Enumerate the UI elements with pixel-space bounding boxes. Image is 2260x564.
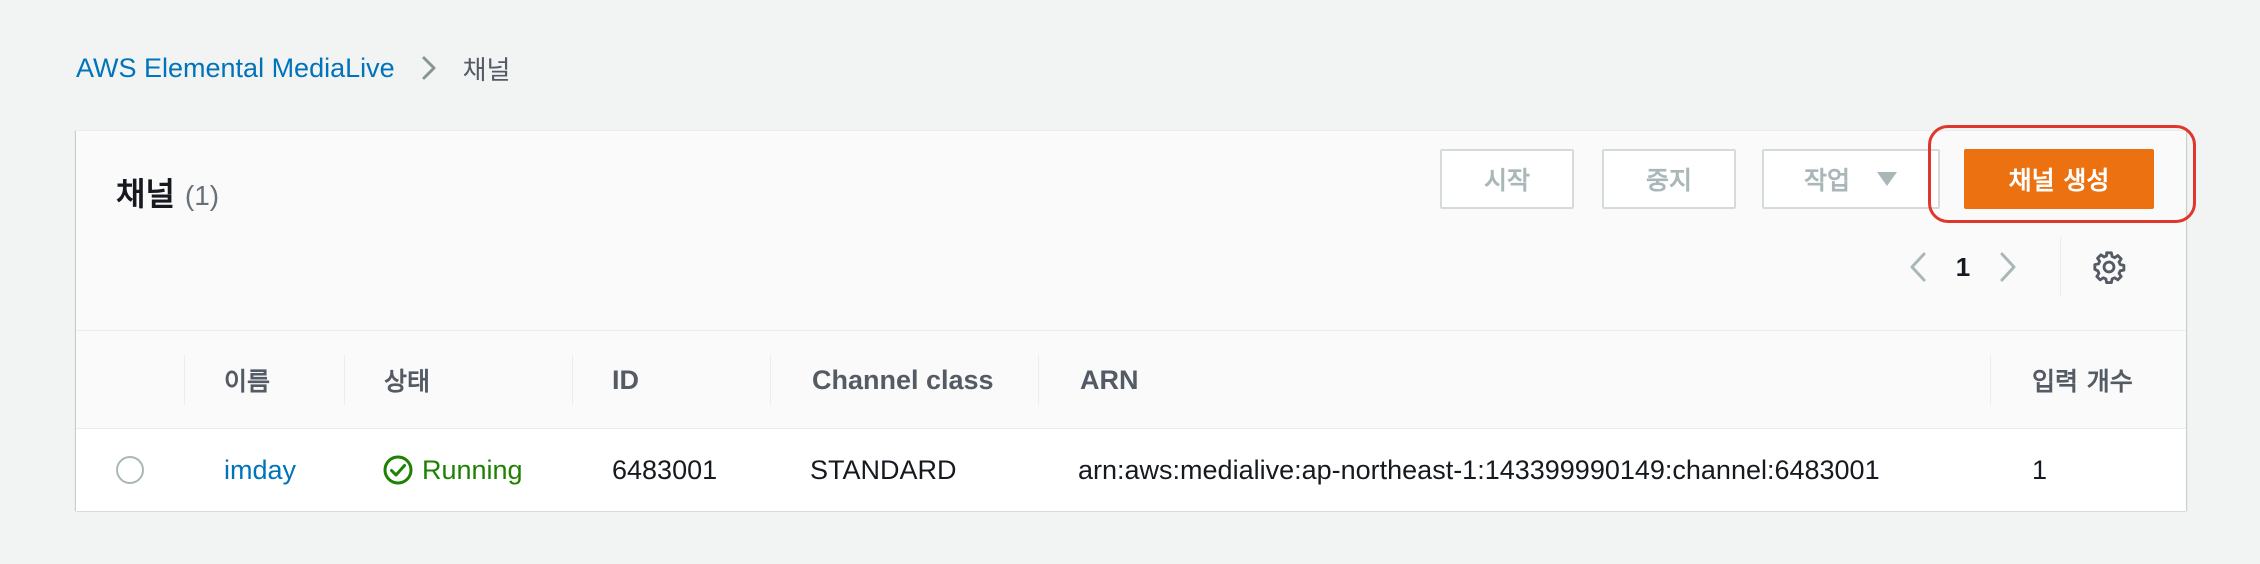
prev-page-button[interactable] [1896, 239, 1940, 295]
breadcrumb-medialive-link[interactable]: AWS Elemental MediaLive [76, 53, 395, 84]
status-cell: Running [382, 429, 523, 511]
column-separator [1990, 355, 1991, 405]
channel-name-cell: imday [224, 429, 296, 511]
column-header-status[interactable]: 상태 [384, 331, 430, 429]
column-separator [1038, 355, 1039, 405]
status-badge: Running [382, 454, 523, 486]
input-count-cell: 1 [2032, 454, 2048, 485]
start-button-label: 시작 [1483, 166, 1530, 195]
actions-dropdown[interactable]: 작업 [1762, 149, 1940, 209]
column-header-input-count[interactable]: 입력 개수 [2032, 331, 2133, 429]
next-page-button[interactable] [1986, 239, 2030, 295]
current-page-number[interactable]: 1 [1940, 252, 1986, 283]
preferences-button[interactable] [2087, 239, 2131, 295]
check-circle-icon [382, 454, 414, 486]
breadcrumb: AWS Elemental MediaLive 채널 [76, 48, 510, 88]
channel-name-link[interactable]: imday [224, 455, 296, 486]
caret-down-icon [1876, 171, 1898, 187]
chevron-right-icon [421, 55, 437, 81]
channel-count: (1) [184, 180, 220, 211]
arn-cell: arn:aws:medialive:ap-northeast-1:1433999… [1078, 454, 1880, 485]
stop-button-label: 중지 [1645, 166, 1692, 195]
status-text: Running [422, 454, 523, 485]
page-title: 채널 (1) [116, 169, 219, 215]
channels-panel: 채널 (1) 시작 중지 작업 채널 생성 1 이름 상태 ID Channel… [76, 125, 2196, 511]
channel-id-cell: 6483001 [612, 454, 718, 485]
column-separator [184, 355, 185, 405]
pager-divider [2060, 237, 2061, 297]
column-header-id[interactable]: ID [612, 331, 639, 429]
stop-button[interactable]: 중지 [1602, 149, 1736, 209]
chevron-left-icon [1910, 252, 1926, 282]
pagination: 1 [1896, 237, 2131, 297]
create-channel-button-label: 채널 생성 [2008, 166, 2110, 195]
create-channel-button[interactable]: 채널 생성 [1964, 149, 2154, 209]
column-header-name[interactable]: 이름 [224, 331, 270, 429]
table-header: 이름 상태 ID Channel class ARN 입력 개수 [76, 331, 2186, 429]
actions-dropdown-label: 작업 [1804, 166, 1851, 195]
panel-header: 채널 (1) 시작 중지 작업 채널 생성 1 [76, 125, 2196, 331]
chevron-right-icon [2000, 252, 2016, 282]
column-separator [572, 355, 573, 405]
channel-class-cell: STANDARD [810, 454, 957, 485]
column-separator [770, 355, 771, 405]
start-button[interactable]: 시작 [1440, 149, 1574, 209]
table-row[interactable]: imday Running 6483001 STANDARD arn:aws:m… [76, 429, 2186, 511]
breadcrumb-current: 채널 [462, 55, 511, 86]
row-select-cell [116, 429, 144, 511]
column-separator [344, 355, 345, 405]
panel-title-text: 채널 [116, 175, 175, 213]
column-header-channel-class[interactable]: Channel class [812, 331, 994, 429]
gear-icon [2093, 251, 2126, 284]
column-header-arn[interactable]: ARN [1080, 331, 1139, 429]
row-select-radio[interactable] [116, 456, 144, 484]
